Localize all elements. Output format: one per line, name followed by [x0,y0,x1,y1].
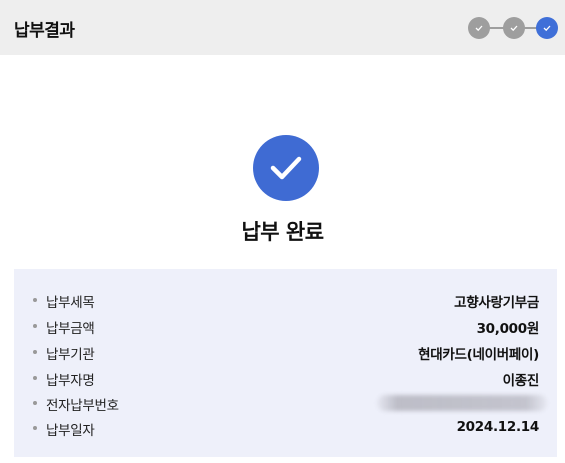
page-title: 납부결과 [14,21,75,41]
check-circle-icon [253,135,319,201]
detail-value: 현대카드(네이버페이) [418,347,539,363]
detail-value: 30,000원 [476,321,540,337]
detail-value: 2024.12.14 [456,419,540,435]
bullet-icon [33,324,37,328]
result-title: 납부 완료 [241,220,324,244]
bullet-icon [33,401,37,405]
detail-label: 전자납부번호 [46,398,119,414]
detail-row-institution: 납부기관 현대카드(네이버페이) [14,341,557,363]
step-3-check-icon [536,17,558,39]
detail-row-payment-number: 전자납부번호 [14,392,557,414]
bullet-icon [33,426,37,430]
detail-label: 납부기관 [46,347,95,363]
payment-details-panel: 납부세목 고향사랑기부금 납부금액 30,000원 납부기관 현대카드(네이버페… [14,269,557,457]
step-indicator [468,17,560,39]
detail-value: 이종진 [502,373,540,389]
detail-row-tax-item: 납부세목 고향사랑기부금 [14,289,557,311]
redacted-value [377,395,547,411]
detail-row-payer-name: 납부자명 이종진 [14,367,557,389]
bullet-icon [33,376,37,380]
bullet-icon [33,298,37,302]
detail-label: 납부일자 [46,423,95,439]
detail-value: 고향사랑기부금 [454,295,539,311]
bullet-icon [33,350,37,354]
detail-label: 납부금액 [46,321,95,337]
detail-label: 납부자명 [46,373,95,389]
detail-row-amount: 납부금액 30,000원 [14,315,557,337]
detail-row-payment-date: 납부일자 2024.12.14 [14,417,557,439]
step-1-check-icon [468,17,490,39]
step-2-check-icon [503,17,525,39]
header-bar: 납부결과 [0,0,565,55]
detail-label: 납부세목 [46,295,95,311]
